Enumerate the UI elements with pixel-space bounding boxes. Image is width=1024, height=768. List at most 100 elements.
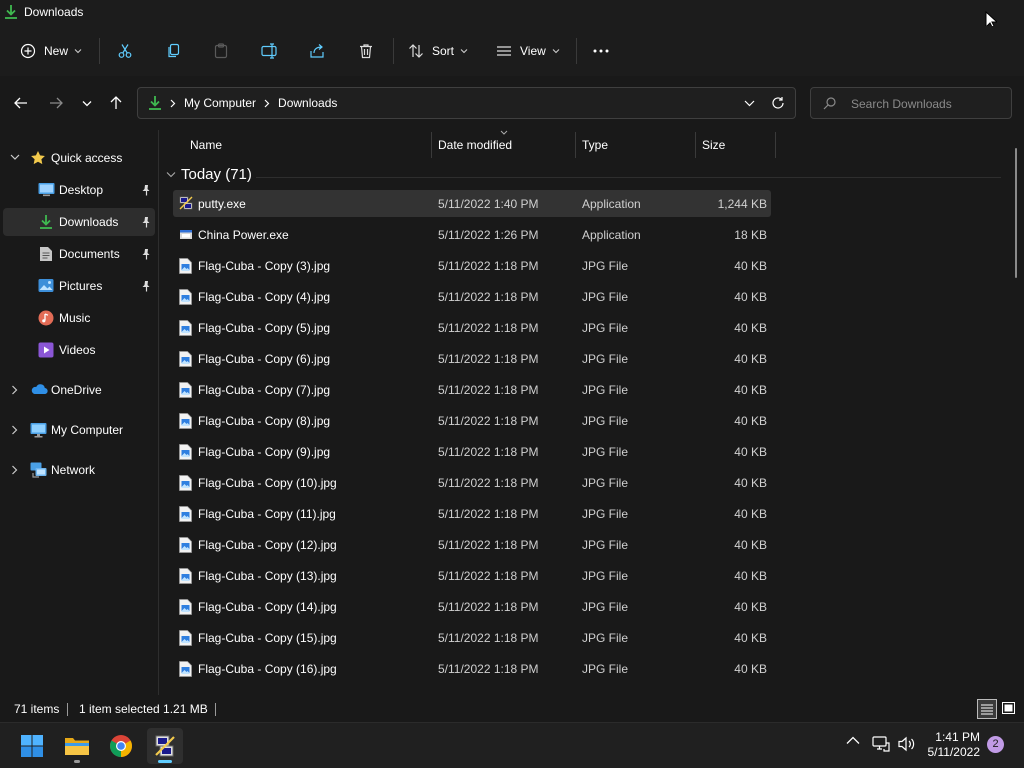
paste-button[interactable] (213, 38, 229, 64)
copy-button[interactable] (166, 38, 182, 64)
nav-item-quick-access[interactable]: Quick access (3, 144, 155, 172)
tiles-view-button[interactable] (999, 699, 1019, 719)
file-date-modified: 5/11/2022 1:40 PM (438, 197, 539, 211)
see-more-button[interactable] (592, 38, 610, 64)
table-row[interactable]: Flag-Cuba - Copy (10).jpg 5/11/2022 1:18 … (173, 469, 771, 496)
column-separator[interactable] (431, 132, 432, 158)
sort-label: Sort (432, 44, 455, 58)
column-header-type[interactable]: Type (582, 132, 694, 158)
file-type: JPG File (582, 600, 629, 614)
column-separator[interactable] (695, 132, 696, 158)
address-bar[interactable]: My Computer Downloads (137, 87, 796, 119)
back-button[interactable] (10, 92, 32, 114)
file-size: 40 KB (734, 538, 767, 552)
column-header-size[interactable]: Size (702, 132, 774, 158)
nav-item-videos[interactable]: Videos (3, 336, 155, 364)
network-status-icon[interactable] (872, 736, 890, 752)
file-type: JPG File (582, 476, 629, 490)
address-history-dropdown[interactable] (744, 97, 755, 109)
delete-button[interactable] (358, 38, 374, 64)
nav-item-network[interactable]: Network (3, 456, 155, 484)
taskbar-chrome[interactable] (103, 728, 139, 764)
search-box[interactable]: Search Downloads (810, 87, 1012, 119)
taskbar-putty[interactable] (147, 728, 183, 764)
file-type: JPG File (582, 507, 629, 521)
table-row[interactable]: Flag-Cuba - Copy (13).jpg 5/11/2022 1:18 … (173, 562, 771, 589)
table-row[interactable]: Flag-Cuba - Copy (3).jpg 5/11/2022 1:18 P… (173, 252, 771, 279)
file-type: JPG File (582, 631, 629, 645)
file-size: 40 KB (734, 383, 767, 397)
column-header-name[interactable]: Name (190, 132, 430, 158)
table-row[interactable]: Flag-Cuba - Copy (12).jpg 5/11/2022 1:18 … (173, 531, 771, 558)
music-folder-icon (38, 310, 54, 326)
column-separator[interactable] (575, 132, 576, 158)
image-file-icon (179, 599, 192, 615)
nav-item-downloads[interactable]: Downloads (3, 208, 155, 236)
table-row[interactable]: Flag-Cuba - Copy (16).jpg 5/11/2022 1:18 … (173, 655, 771, 682)
file-name: Flag-Cuba - Copy (15).jpg (198, 631, 337, 645)
pane-divider[interactable] (158, 130, 159, 695)
chevron-down-icon (166, 171, 176, 178)
taskbar-file-explorer[interactable] (59, 728, 95, 764)
table-row[interactable]: putty.exe 5/11/2022 1:40 PM Application 1,2… (173, 190, 771, 217)
table-row[interactable]: Flag-Cuba - Copy (6).jpg 5/11/2022 1:18 P… (173, 345, 771, 372)
table-row[interactable]: Flag-Cuba - Copy (8).jpg 5/11/2022 1:18 P… (173, 407, 771, 434)
breadcrumb-downloads[interactable]: Downloads (278, 96, 337, 110)
table-row[interactable]: China Power.exe 5/11/2022 1:26 PM Applicat… (173, 221, 771, 248)
nav-item-documents[interactable]: Documents (3, 240, 155, 268)
file-date-modified: 5/11/2022 1:18 PM (438, 662, 539, 676)
vertical-scrollbar[interactable] (1015, 148, 1017, 278)
sort-button[interactable]: Sort (408, 38, 468, 64)
refresh-icon[interactable] (771, 96, 785, 110)
table-row[interactable]: Flag-Cuba - Copy (7).jpg 5/11/2022 1:18 P… (173, 376, 771, 403)
windows-logo-icon (20, 734, 44, 758)
view-button[interactable]: View (496, 38, 560, 64)
share-button[interactable] (309, 38, 325, 64)
table-row[interactable]: Flag-Cuba - Copy (4).jpg 5/11/2022 1:18 P… (173, 283, 771, 310)
chevron-right-icon[interactable] (11, 385, 18, 395)
file-size: 40 KB (734, 445, 767, 459)
chevron-right-icon (264, 99, 270, 108)
nav-item-music[interactable]: Music (3, 304, 155, 332)
recent-locations-button[interactable] (76, 92, 98, 114)
notification-badge[interactable]: 2 (987, 736, 1004, 753)
file-type: Application (582, 228, 641, 242)
breadcrumb-my-computer[interactable]: My Computer (184, 96, 256, 110)
column-header-date-modified[interactable]: Date modified (438, 130, 574, 158)
table-row[interactable]: Flag-Cuba - Copy (11).jpg 5/11/2022 1:18 … (173, 500, 771, 527)
chevron-down-icon[interactable] (10, 153, 20, 161)
copy-icon (166, 43, 182, 59)
table-row[interactable]: Flag-Cuba - Copy (5).jpg 5/11/2022 1:18 P… (173, 314, 771, 341)
taskbar-clock[interactable]: 1:41 PM 5/11/2022 (928, 730, 981, 760)
volume-icon[interactable] (898, 736, 916, 752)
cut-button[interactable] (117, 38, 133, 64)
file-type: JPG File (582, 414, 629, 428)
column-separator[interactable] (775, 132, 776, 158)
details-view-button[interactable] (977, 699, 997, 719)
image-file-icon (179, 258, 192, 274)
show-hidden-icons-chevron-icon[interactable] (846, 736, 860, 745)
rename-button[interactable] (261, 38, 279, 64)
chevron-right-icon[interactable] (11, 425, 18, 435)
nav-item-pictures[interactable]: Pictures (3, 272, 155, 300)
file-name: Flag-Cuba - Copy (12).jpg (198, 538, 337, 552)
chevron-right-icon[interactable] (11, 465, 18, 475)
command-separator (393, 38, 394, 64)
table-row[interactable]: Flag-Cuba - Copy (9).jpg 5/11/2022 1:18 P… (173, 438, 771, 465)
start-button[interactable] (14, 728, 50, 764)
file-date-modified: 5/11/2022 1:18 PM (438, 507, 539, 521)
nav-item-my-computer[interactable]: My Computer (3, 416, 155, 444)
file-name: Flag-Cuba - Copy (10).jpg (198, 476, 337, 490)
table-row[interactable]: Flag-Cuba - Copy (15).jpg 5/11/2022 1:18 … (173, 624, 771, 651)
image-file-icon (179, 475, 192, 491)
forward-button[interactable] (45, 92, 67, 114)
new-button[interactable]: New (20, 38, 82, 64)
nav-item-label: Downloads (59, 215, 119, 229)
up-button[interactable] (105, 92, 127, 114)
nav-item-onedrive[interactable]: OneDrive (3, 376, 155, 404)
table-row[interactable]: Flag-Cuba - Copy (14).jpg 5/11/2022 1:18 … (173, 593, 771, 620)
nav-item-desktop[interactable]: Desktop (3, 176, 155, 204)
pin-icon (141, 248, 152, 260)
file-type: Application (582, 197, 641, 211)
cloud-icon (30, 382, 48, 396)
